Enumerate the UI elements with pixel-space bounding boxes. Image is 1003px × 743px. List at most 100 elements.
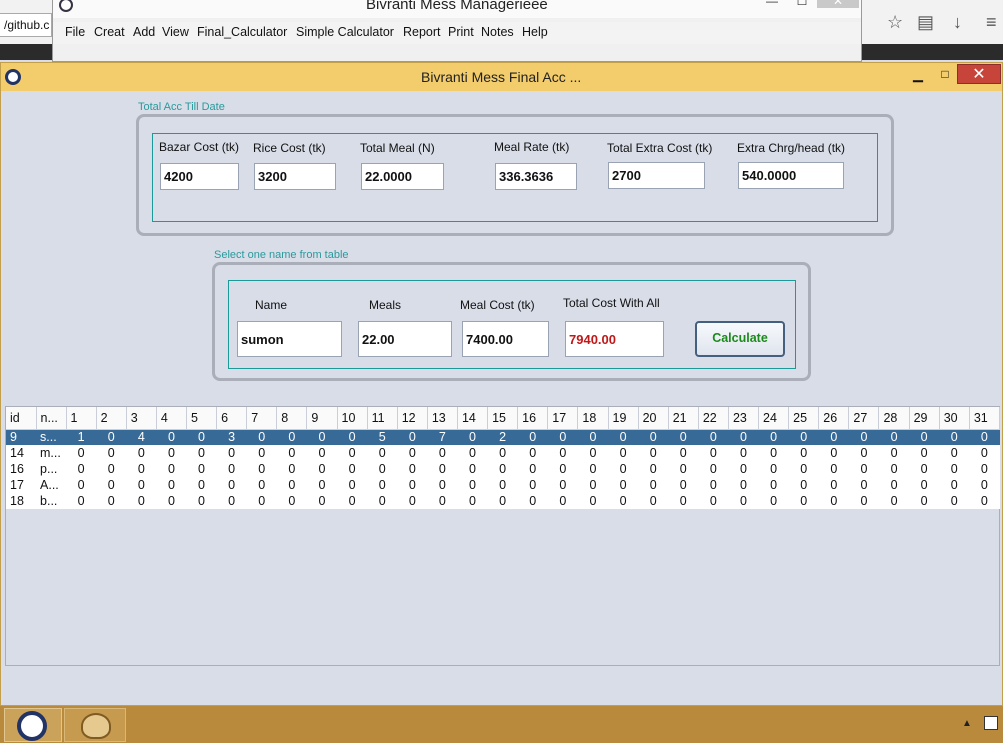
cell-day-meal[interactable]: 0 bbox=[577, 493, 608, 509]
maximize-button[interactable]: □ bbox=[933, 67, 957, 87]
column-header-day-16[interactable]: 16 bbox=[517, 407, 549, 430]
cell-day-meal[interactable]: 0 bbox=[758, 493, 789, 509]
cell-day-meal[interactable]: 0 bbox=[939, 445, 970, 461]
cell-day-meal[interactable]: 0 bbox=[848, 429, 879, 445]
cell-day-meal[interactable]: 3 bbox=[216, 429, 247, 445]
cell-day-meal[interactable]: 0 bbox=[577, 477, 608, 493]
cell-day-meal[interactable]: 0 bbox=[186, 477, 217, 493]
menu-add[interactable]: Add bbox=[133, 25, 155, 39]
cell-day-meal[interactable]: 0 bbox=[939, 493, 970, 509]
cell-day-meal[interactable]: 0 bbox=[306, 445, 338, 461]
column-header-day-6[interactable]: 6 bbox=[216, 407, 248, 430]
cell-day-meal[interactable]: 0 bbox=[939, 477, 970, 493]
cell-day-meal[interactable]: 0 bbox=[457, 477, 488, 493]
cell-day-meal[interactable]: 0 bbox=[186, 461, 217, 477]
cell-day-meal[interactable]: 0 bbox=[156, 493, 187, 509]
cell-day-meal[interactable]: 0 bbox=[668, 461, 699, 477]
cell-day-meal[interactable]: 1 bbox=[66, 429, 97, 445]
cell-day-meal[interactable]: 0 bbox=[788, 461, 819, 477]
column-header-day-17[interactable]: 17 bbox=[547, 407, 579, 430]
menu-view[interactable]: View bbox=[162, 25, 189, 39]
cell-day-meal[interactable]: 0 bbox=[66, 445, 97, 461]
column-header-day-29[interactable]: 29 bbox=[909, 407, 940, 430]
cell-day-meal[interactable]: 0 bbox=[517, 445, 548, 461]
cell-day-meal[interactable]: 0 bbox=[909, 461, 940, 477]
extra-charge-per-head-field[interactable]: 540.0000 bbox=[738, 162, 844, 189]
cell-day-meal[interactable]: 0 bbox=[427, 445, 458, 461]
cell-day-meal[interactable]: 0 bbox=[457, 445, 488, 461]
cell-day-meal[interactable]: 0 bbox=[668, 477, 699, 493]
cell-day-meal[interactable]: 0 bbox=[608, 493, 639, 509]
cell-day-meal[interactable]: 0 bbox=[909, 445, 940, 461]
cell-day-meal[interactable]: 0 bbox=[487, 477, 518, 493]
taskbar-button-paint[interactable] bbox=[64, 708, 126, 742]
cell-day-meal[interactable]: 0 bbox=[156, 461, 187, 477]
cell-day-meal[interactable]: 0 bbox=[246, 493, 277, 509]
rice-cost-field[interactable]: 3200 bbox=[254, 163, 336, 190]
cell-day-meal[interactable]: 0 bbox=[547, 429, 578, 445]
column-header-day-24[interactable]: 24 bbox=[758, 407, 790, 430]
meals-table-viewport[interactable]: id n... 1 2 3 4 5 6 7 8 9 10 11 12 13 14 15 16 17 18 19 20 21 2… bbox=[5, 406, 1001, 666]
cell-day-meal[interactable]: 0 bbox=[728, 429, 759, 445]
cell-day-meal[interactable]: 0 bbox=[246, 461, 277, 477]
cell-day-meal[interactable]: 0 bbox=[397, 461, 428, 477]
cell-day-meal[interactable]: 0 bbox=[698, 493, 729, 509]
cell-day-meal[interactable]: 0 bbox=[878, 493, 910, 509]
cell-day-meal[interactable]: 0 bbox=[547, 461, 578, 477]
column-header-id[interactable]: id bbox=[6, 407, 37, 430]
column-header-day-12[interactable]: 12 bbox=[397, 407, 428, 430]
minimize-button[interactable]: ▁ bbox=[906, 67, 930, 87]
table-row[interactable]: 9 s... 1 0 4 0 0 3 0 0 0 0 5 0 7 0 2 0 0 0 0 0 0 0 0 0 0 0 0 0 0 0 0 bbox=[6, 429, 1000, 445]
cell-day-meal[interactable]: 0 bbox=[66, 493, 97, 509]
cell-day-meal[interactable]: 0 bbox=[246, 445, 277, 461]
cell-day-meal[interactable]: 0 bbox=[306, 477, 338, 493]
cell-day-meal[interactable]: 0 bbox=[126, 445, 157, 461]
cell-day-meal[interactable]: 0 bbox=[517, 461, 548, 477]
cell-day-meal[interactable]: 0 bbox=[216, 445, 247, 461]
cell-day-meal[interactable]: 0 bbox=[818, 429, 849, 445]
cell-day-meal[interactable]: 0 bbox=[517, 477, 548, 493]
cell-day-meal[interactable]: 0 bbox=[547, 445, 578, 461]
menu-creat[interactable]: Creat bbox=[94, 25, 125, 39]
column-header-day-18[interactable]: 18 bbox=[577, 407, 609, 430]
cell-name[interactable]: b... bbox=[36, 493, 67, 509]
cell-day-meal[interactable]: 0 bbox=[698, 477, 729, 493]
maximize-button[interactable]: ☐ bbox=[787, 0, 817, 8]
cell-day-meal[interactable]: 0 bbox=[848, 445, 879, 461]
cell-day-meal[interactable]: 0 bbox=[728, 493, 759, 509]
column-header-day-2[interactable]: 2 bbox=[96, 407, 127, 430]
cell-day-meal[interactable]: 0 bbox=[878, 461, 910, 477]
table-row[interactable]: 17 A... 0 0 0 0 0 0 0 0 0 0 0 0 0 0 0 0 0 0 0 0 0 0 0 0 0 0 0 0 0 0 0 bbox=[6, 477, 1000, 493]
cell-day-meal[interactable]: 0 bbox=[186, 429, 217, 445]
cell-day-meal[interactable]: 0 bbox=[427, 493, 458, 509]
cell-day-meal[interactable]: 4 bbox=[126, 429, 157, 445]
cell-day-meal[interactable]: 0 bbox=[126, 461, 157, 477]
cell-day-meal[interactable]: 0 bbox=[788, 445, 819, 461]
column-header-day-31[interactable]: 31 bbox=[969, 407, 1001, 430]
meals-field[interactable]: 22.00 bbox=[358, 321, 452, 357]
cell-name[interactable]: m... bbox=[36, 445, 67, 461]
column-header-day-28[interactable]: 28 bbox=[878, 407, 910, 430]
cell-day-meal[interactable]: 0 bbox=[276, 429, 307, 445]
cell-day-meal[interactable]: 0 bbox=[758, 445, 789, 461]
cell-id[interactable]: 14 bbox=[6, 445, 37, 461]
calculate-button[interactable]: Calculate bbox=[695, 321, 785, 357]
cell-day-meal[interactable]: 7 bbox=[427, 429, 458, 445]
cell-day-meal[interactable]: 0 bbox=[788, 429, 819, 445]
cell-day-meal[interactable]: 0 bbox=[186, 493, 217, 509]
cell-day-meal[interactable]: 0 bbox=[96, 493, 127, 509]
menu-notes[interactable]: Notes bbox=[481, 25, 514, 39]
cell-day-meal[interactable]: 0 bbox=[668, 493, 699, 509]
cell-day-meal[interactable]: 0 bbox=[698, 461, 729, 477]
menu-simple-calculator[interactable]: Simple Calculator bbox=[296, 25, 394, 39]
browser-url-field[interactable]: /github.c bbox=[0, 13, 52, 37]
cell-day-meal[interactable]: 0 bbox=[156, 477, 187, 493]
cell-id[interactable]: 17 bbox=[6, 477, 37, 493]
cell-day-meal[interactable]: 0 bbox=[487, 445, 518, 461]
total-meal-field[interactable]: 22.0000 bbox=[361, 163, 444, 190]
column-header-day-14[interactable]: 14 bbox=[457, 407, 489, 430]
cell-day-meal[interactable]: 0 bbox=[457, 493, 488, 509]
cell-day-meal[interactable]: 0 bbox=[608, 445, 639, 461]
cell-name[interactable]: p... bbox=[36, 461, 67, 477]
cell-day-meal[interactable]: 0 bbox=[216, 493, 247, 509]
